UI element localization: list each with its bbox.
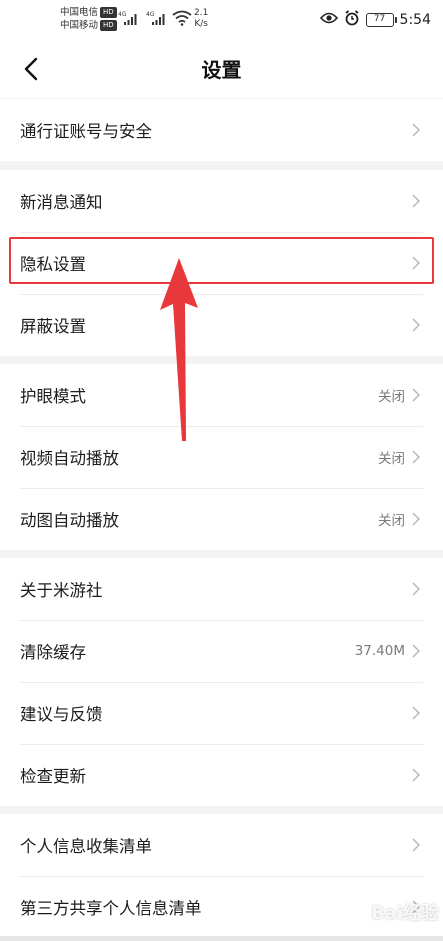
watermark-text: Bai经验	[370, 903, 439, 924]
chevron-right-icon	[409, 767, 423, 783]
row-label: 检查更新	[20, 767, 86, 786]
hd-badge: HD	[100, 20, 117, 31]
row-value: 关闭	[378, 513, 405, 529]
row-value: 关闭	[378, 389, 405, 405]
chevron-right-icon	[409, 317, 423, 333]
section-account: 通行证账号与安全	[0, 99, 443, 161]
section-notifications: 新消息通知 隐私设置 屏蔽设置	[0, 170, 443, 356]
status-bar: 中国电信 HD 中国移动 HD 4G 4G 2.1 K/s 77 5:54	[0, 0, 443, 40]
settings-row-feedback[interactable]: 建议与反馈	[0, 682, 443, 744]
signal-icon: 4G	[118, 10, 140, 26]
chevron-right-icon	[409, 837, 423, 853]
clock: 5:54	[399, 12, 431, 28]
page-title: 设置	[201, 58, 242, 82]
chevron-right-icon	[409, 643, 423, 659]
row-label: 动图自动播放	[20, 511, 119, 530]
chevron-right-icon	[409, 193, 423, 209]
cache-size: 37.40M	[354, 643, 405, 659]
hd-badge: HD	[100, 7, 117, 18]
wifi-icon	[172, 10, 192, 26]
chevron-right-icon	[409, 387, 423, 403]
settings-row-clear-cache[interactable]: 清除缓存 37.40M	[0, 620, 443, 682]
speed-unit: K/s	[194, 19, 208, 29]
battery-icon: 77	[365, 13, 397, 27]
section-about: 关于米游社 清除缓存 37.40M 建议与反馈 检查更新	[0, 558, 443, 806]
carrier-2: 中国移动	[60, 20, 99, 31]
network-speed: 2.1 K/s	[194, 8, 208, 30]
settings-row-gif-autoplay[interactable]: 动图自动播放 关闭	[0, 488, 443, 550]
settings-row-account-security[interactable]: 通行证账号与安全	[0, 99, 443, 161]
chevron-right-icon	[409, 122, 423, 138]
bottom-divider	[0, 936, 443, 941]
nav-header: 设置	[0, 40, 443, 98]
settings-row-about[interactable]: 关于米游社	[0, 558, 443, 620]
settings-row-privacy[interactable]: 隐私设置	[0, 232, 443, 294]
row-label: 建议与反馈	[20, 705, 103, 724]
net-type-1: 4G	[118, 11, 127, 18]
carrier-info: 中国电信 HD 中国移动 HD	[60, 6, 117, 32]
settings-row-check-update[interactable]: 检查更新	[0, 744, 443, 806]
net-type-2: 4G	[146, 11, 155, 18]
row-label: 护眼模式	[20, 387, 86, 406]
row-label: 隐私设置	[20, 255, 86, 274]
chevron-right-icon	[409, 581, 423, 597]
paw-icon	[351, 903, 367, 920]
status-right: 77 5:54	[319, 10, 431, 30]
settings-row-video-autoplay[interactable]: 视频自动播放 关闭	[0, 426, 443, 488]
carrier-1: 中国电信	[60, 7, 99, 18]
eye-icon	[319, 12, 338, 28]
alarm-icon	[344, 10, 360, 30]
chevron-right-icon	[409, 511, 423, 527]
section-display: 护眼模式 关闭 视频自动播放 关闭 动图自动播放 关闭	[0, 364, 443, 550]
row-label: 屏蔽设置	[20, 317, 86, 336]
row-label: 新消息通知	[20, 193, 103, 212]
row-label: 清除缓存	[20, 643, 86, 662]
chevron-right-icon	[409, 705, 423, 721]
watermark: Bai经验	[349, 899, 439, 925]
row-label: 通行证账号与安全	[20, 122, 152, 141]
settings-row-eye-care[interactable]: 护眼模式 关闭	[0, 364, 443, 426]
row-value: 关闭	[378, 451, 405, 467]
row-label: 视频自动播放	[20, 449, 119, 468]
speed-value: 2.1	[194, 8, 209, 18]
signal-icon: 4G	[146, 10, 168, 26]
chevron-right-icon	[409, 449, 423, 465]
row-label: 个人信息收集清单	[20, 837, 152, 856]
row-label: 关于米游社	[20, 581, 103, 600]
chevron-right-icon	[409, 255, 423, 271]
settings-row-block[interactable]: 屏蔽设置	[0, 294, 443, 356]
settings-row-info-collection[interactable]: 个人信息收集清单	[0, 814, 443, 876]
settings-row-new-message[interactable]: 新消息通知	[0, 170, 443, 232]
